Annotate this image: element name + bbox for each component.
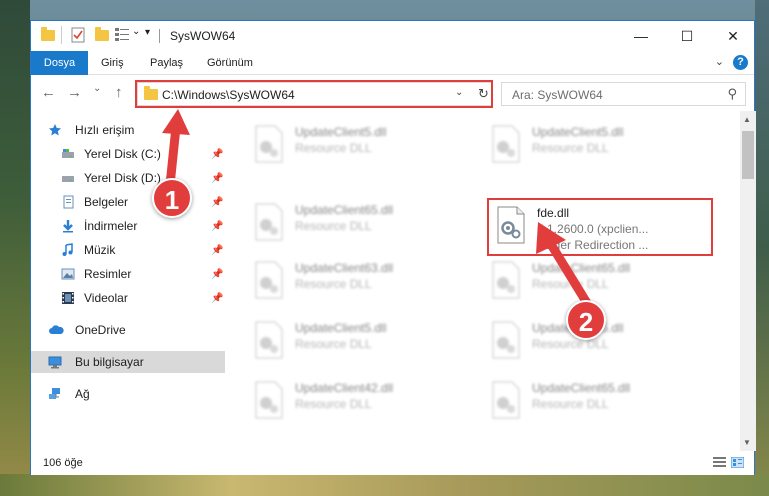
list-item[interactable]: UpdateClient5.dll Resource DLL (253, 317, 473, 363)
dll-file-icon (253, 321, 285, 359)
pin-icon[interactable]: 📌 (211, 149, 223, 160)
desktop-background (0, 0, 30, 496)
toolbar-divider (61, 26, 62, 44)
tab-giris[interactable]: Giriş (91, 51, 134, 75)
nav-item-indirmeler[interactable]: İndirmeler 📌 (31, 215, 225, 237)
properties-icon[interactable] (71, 27, 85, 43)
close-button[interactable]: ✕ (710, 21, 756, 51)
nav-item-resimler[interactable]: Resimler 📌 (31, 263, 225, 285)
scroll-down-icon[interactable]: ▼ (743, 438, 751, 447)
network-icon (48, 387, 62, 401)
list-item[interactable]: UpdateClient5.dll Resource DLL (490, 121, 710, 167)
step-1-badge: 1 (152, 178, 192, 218)
folder-icon (41, 27, 55, 46)
list-item[interactable]: UpdateClient63.dll Resource DLL (253, 257, 473, 303)
pin-icon[interactable]: 📌 (211, 293, 223, 304)
documents-icon (61, 195, 75, 209)
list-item[interactable]: UpdateClient42.dll Resource DLL (253, 377, 473, 423)
dll-file-icon (490, 321, 522, 359)
dll-file-icon (490, 381, 522, 419)
music-icon (61, 243, 75, 257)
explorer-window: ⌄ ▾ SysWOW64 — ☐ ✕ Dosya Giriş Paylaş Gö… (30, 20, 756, 475)
nav-this-pc[interactable]: Bu bilgisayar (31, 351, 225, 373)
scroll-up-icon[interactable]: ▲ (743, 115, 751, 124)
pin-icon[interactable]: 📌 (211, 173, 223, 184)
drive-icon (61, 147, 75, 161)
dll-file-icon (490, 261, 522, 299)
tab-dosya[interactable]: Dosya (31, 51, 88, 75)
title-divider (159, 29, 160, 43)
details-view-icon[interactable] (713, 457, 726, 468)
address-highlight-box (135, 80, 493, 108)
pin-icon[interactable]: 📌 (211, 269, 223, 280)
desktop-background-right (755, 0, 769, 496)
item-count: 106 öğe (43, 457, 83, 469)
vertical-scrollbar[interactable]: ▲ ▼ (740, 111, 756, 451)
scrollbar-thumb[interactable] (742, 131, 754, 179)
list-item[interactable]: UpdateClient65.dll Resource DLL (253, 199, 473, 245)
dll-file-icon (253, 203, 285, 241)
star-icon (48, 123, 62, 137)
help-icon[interactable]: ? (733, 55, 748, 70)
pin-icon[interactable]: 📌 (211, 221, 223, 232)
expand-ribbon-icon[interactable]: ⌄ (715, 55, 724, 68)
up-button[interactable]: ↑ (115, 84, 123, 101)
nav-onedrive[interactable]: OneDrive (31, 319, 225, 341)
cloud-icon (48, 323, 64, 337)
maximize-button[interactable]: ☐ (664, 21, 710, 51)
tab-gorunum[interactable]: Görünüm (197, 51, 263, 75)
new-folder-icon[interactable] (95, 27, 109, 46)
list-item[interactable]: UpdateClient5.dll Resource DLL (253, 121, 473, 167)
chevron-down-icon[interactable]: ⌄ (132, 26, 140, 42)
dll-file-icon (253, 125, 285, 163)
forward-button[interactable]: → (67, 84, 82, 101)
nav-item-videolar[interactable]: Videolar 📌 (31, 287, 225, 309)
view-options-icon[interactable] (115, 27, 129, 43)
videos-icon (61, 291, 75, 305)
pictures-icon (61, 267, 75, 281)
title-bar: ⌄ ▾ SysWOW64 — ☐ ✕ (31, 21, 754, 51)
search-placeholder: Ara: SysWOW64 (512, 88, 603, 102)
computer-icon (48, 355, 62, 369)
navigation-bar: ← → ⌄ ↑ C:\Windows\SysWOW64 ⌄ ↻ Ara: Sys… (31, 75, 754, 111)
desktop-background-bottom (0, 474, 769, 496)
downloads-icon (61, 219, 75, 233)
dll-file-icon (253, 261, 285, 299)
tab-paylas[interactable]: Paylaş (140, 51, 193, 75)
search-box[interactable]: Ara: SysWOW64 ⚲ (501, 82, 746, 106)
tiles-view-icon[interactable] (730, 456, 745, 469)
pin-icon[interactable]: 📌 (211, 245, 223, 256)
customize-toolbar-icon[interactable]: ▾ (145, 27, 150, 43)
file-list: UpdateClient5.dll Resource DLL UpdateCli… (225, 111, 740, 451)
search-icon[interactable]: ⚲ (727, 86, 737, 102)
recent-locations-button[interactable]: ⌄ (93, 83, 101, 94)
drive-icon (61, 171, 75, 185)
list-item[interactable]: UpdateClient65.dll Resource DLL (490, 377, 710, 423)
ribbon: Dosya Giriş Paylaş Görünüm ⌄ ? (31, 51, 754, 75)
dll-file-icon (253, 381, 285, 419)
status-bar: 106 öğe (31, 451, 754, 475)
nav-network[interactable]: Ağ (31, 383, 225, 405)
dll-file-icon (490, 125, 522, 163)
nav-item-muzik[interactable]: Müzik 📌 (31, 239, 225, 261)
step-2-badge: 2 (566, 300, 606, 340)
window-title: SysWOW64 (170, 29, 236, 43)
back-button[interactable]: ← (41, 84, 56, 101)
minimize-button[interactable]: — (618, 21, 664, 51)
pin-icon[interactable]: 📌 (211, 197, 223, 208)
